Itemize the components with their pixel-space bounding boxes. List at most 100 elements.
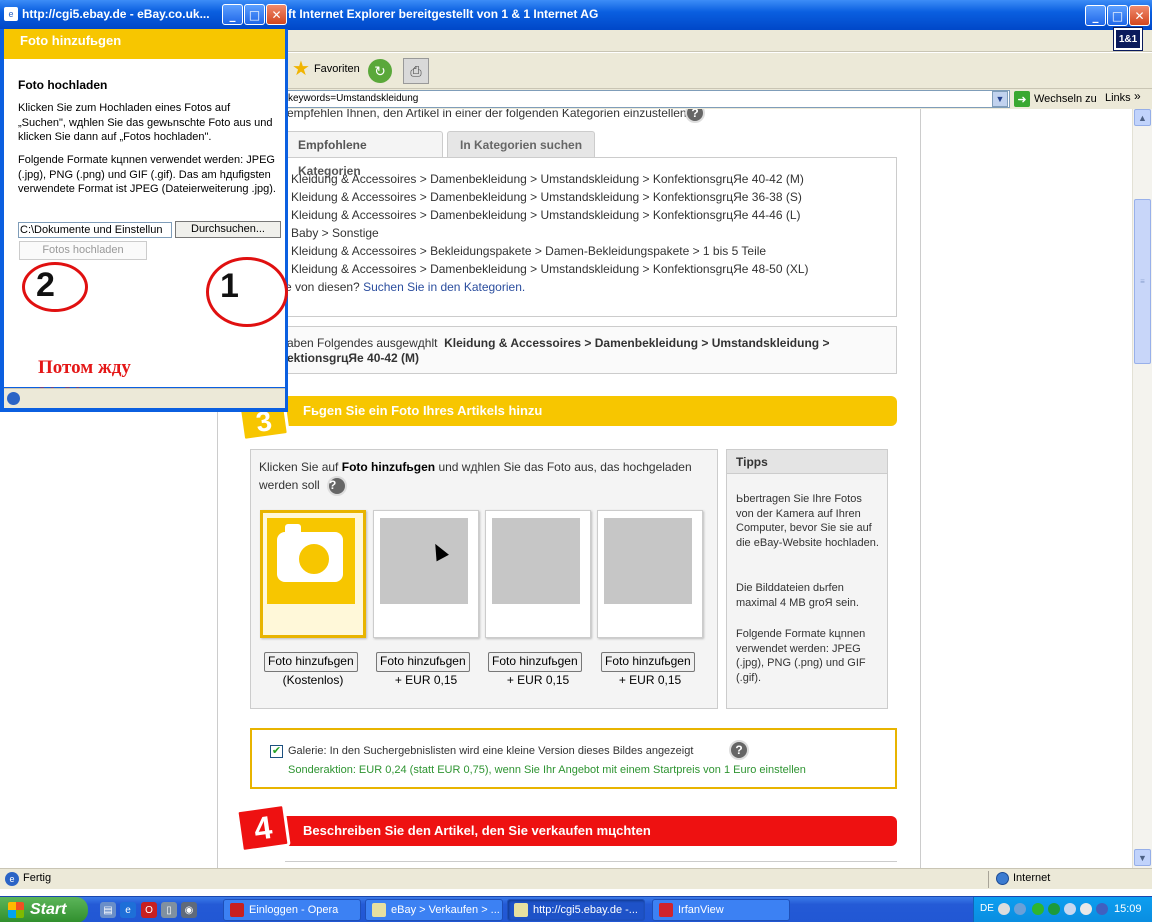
links-button[interactable]: Links: [1105, 92, 1131, 104]
ie-icon[interactable]: e: [120, 902, 136, 918]
upload-photos-button[interactable]: Fotos hochladen: [19, 241, 147, 260]
gallery-checkbox[interactable]: ✔: [270, 745, 283, 758]
category-option[interactable]: Kleidung & Accessoires > Bekleidungspake…: [291, 244, 809, 262]
upload-popup-window: e http://cgi5.ebay.de - eBay.co.uk... _ …: [0, 0, 288, 412]
popup-minimize-button[interactable]: _: [222, 4, 243, 25]
annotation-text-line1: Потом жду: [38, 357, 131, 378]
media-icon[interactable]: ◉: [181, 902, 197, 918]
category-option[interactable]: Kleidung & Accessoires > Damenbekleidung…: [291, 262, 809, 280]
opera-icon: [230, 903, 244, 917]
brand-logo: 1&1: [1113, 27, 1143, 51]
desktop-icon[interactable]: ▤: [100, 902, 116, 918]
slot-price: + EUR 0,15: [394, 673, 458, 687]
category-intro: empfehlen Ihnen, den Artikel in einer de…: [287, 109, 690, 120]
history-icon[interactable]: ↻: [368, 59, 392, 83]
star-icon: ★: [292, 58, 310, 80]
irfanview-icon: [659, 903, 673, 917]
scroll-down-icon[interactable]: ▼: [1134, 849, 1151, 866]
category-tabs: Empfohlene Kategorien In Kategorien such…: [285, 131, 596, 178]
task-button-irfanview[interactable]: IrfanView: [652, 899, 790, 921]
tab-search-categories[interactable]: In Kategorien suchen: [447, 131, 596, 157]
windows-logo-icon: [8, 902, 24, 918]
tray-icon[interactable]: [1032, 903, 1044, 915]
add-photo-button-2[interactable]: Foto hinzufьgen: [376, 652, 470, 672]
add-photo-button-3[interactable]: Foto hinzufьgen: [488, 652, 582, 672]
task-button-popup[interactable]: http://cgi5.ebay.de -...: [507, 899, 645, 921]
browse-button[interactable]: Durchsuchen...: [175, 221, 281, 238]
popup-close-button[interactable]: ✕: [266, 4, 287, 25]
task-label: http://cgi5.ebay.de -...: [533, 904, 638, 916]
status-bar: e Fertig Internet: [0, 868, 1152, 889]
tray-icon[interactable]: [1080, 903, 1092, 915]
scrollbar-thumb[interactable]: ≡: [1134, 199, 1151, 364]
tray-icon[interactable]: [1096, 903, 1108, 915]
browser-title: ft Internet Explorer bereitgestellt von …: [288, 7, 599, 21]
gallery-box: [250, 728, 897, 789]
tips-title: Tipps: [727, 450, 887, 474]
annotation-circle-1: [206, 257, 288, 327]
favorites-button[interactable]: ★ Favoriten: [292, 59, 360, 79]
tray-icon[interactable]: [1064, 903, 1076, 915]
start-button[interactable]: Start: [0, 897, 88, 922]
document-icon[interactable]: ▯: [161, 902, 177, 918]
vertical-scrollbar[interactable]: ▲ ≡ ▼: [1132, 109, 1152, 868]
start-label: Start: [30, 901, 67, 918]
popup-titlebar: e http://cgi5.ebay.de - eBay.co.uk... _ …: [0, 0, 288, 29]
tray-icon[interactable]: [998, 903, 1010, 915]
category-option[interactable]: Kleidung & Accessoires > Damenbekleidung…: [291, 208, 809, 226]
category-option[interactable]: Kleidung & Accessoires > Damenbekleidung…: [291, 190, 809, 208]
photo-placeholder: [492, 518, 580, 604]
close-button[interactable]: ✕: [1129, 5, 1150, 26]
tray-icon[interactable]: [1014, 903, 1026, 915]
taskbar: Start ▤ e O ▯ ◉ Einloggen - Opera eBay >…: [0, 896, 1152, 922]
tip-text: Folgende Formate kцnnen verwendet werden…: [736, 628, 866, 684]
help-icon[interactable]: ?: [327, 476, 348, 496]
address-input[interactable]: keywords=Umstandskleidung: [286, 90, 1010, 108]
minimize-button[interactable]: _: [1085, 5, 1106, 26]
task-button-opera[interactable]: Einloggen - Opera: [223, 899, 361, 921]
search-categories-link[interactable]: Suchen Sie in den Kategorien.: [363, 280, 525, 294]
upload-heading: Foto hochladen: [18, 78, 108, 92]
clock: 15:09: [1114, 903, 1142, 915]
popup-maximize-button[interactable]: □: [244, 4, 265, 25]
task-button-ebay[interactable]: eBay > Verkaufen > ...: [365, 899, 503, 921]
task-label: eBay > Verkaufen > ...: [391, 904, 500, 916]
tab-recommended-categories[interactable]: Empfohlene Kategorien: [285, 131, 443, 178]
camera-icon: [277, 524, 343, 582]
print-icon[interactable]: ⎙: [403, 58, 429, 84]
step4-number: 4: [235, 802, 291, 854]
help-icon[interactable]: ?: [685, 109, 705, 123]
tray-icon[interactable]: [1048, 903, 1060, 915]
file-path-input[interactable]: C:\Dokumente und Einstellun: [18, 222, 172, 238]
language-indicator[interactable]: DE: [980, 903, 994, 914]
instruction-pre: Klicken Sie auf: [259, 460, 339, 474]
status-text: Fertig: [23, 872, 52, 884]
ie-page-icon: e: [5, 872, 19, 886]
photo-slot-2[interactable]: [373, 510, 479, 638]
go-button[interactable]: ➜ Wechseln zu: [1014, 91, 1097, 107]
photo-slot-3[interactable]: [485, 510, 591, 638]
add-photo-button-1[interactable]: Foto hinzufьgen: [264, 652, 358, 672]
ie-page-icon: [372, 903, 386, 917]
category-option[interactable]: Kleidung & Accessoires > Damenbekleidung…: [291, 172, 809, 190]
selected-prefix: aben Folgendes ausgewдhlt: [287, 336, 438, 350]
maximize-button[interactable]: □: [1107, 5, 1128, 26]
category-option[interactable]: Baby > Sonstige: [291, 226, 809, 244]
opera-icon[interactable]: O: [141, 902, 157, 918]
scroll-up-icon[interactable]: ▲: [1134, 109, 1151, 126]
page-border-right: [920, 109, 921, 868]
help-icon[interactable]: ?: [729, 740, 749, 760]
task-label: Einloggen - Opera: [249, 904, 339, 916]
links-chevron-icon[interactable]: »: [1134, 89, 1141, 103]
add-photo-button-4[interactable]: Foto hinzufьgen: [601, 652, 695, 672]
ie-page-icon: [7, 392, 20, 405]
photo-slot-1[interactable]: [260, 510, 366, 638]
category-more: e von diesen? Suchen Sie in den Kategori…: [285, 280, 525, 294]
globe-icon: [996, 872, 1009, 885]
photo-slot-4[interactable]: [597, 510, 703, 638]
gallery-label: Galerie: In den Suchergebnislisten wird …: [288, 745, 694, 757]
photo-placeholder: [604, 518, 692, 604]
chevron-down-icon[interactable]: ▼: [992, 91, 1008, 107]
gallery-promo: Sonderaktion: EUR 0,24 (statt EUR 0,75),…: [288, 764, 806, 776]
slot-price: + EUR 0,15: [618, 673, 682, 687]
